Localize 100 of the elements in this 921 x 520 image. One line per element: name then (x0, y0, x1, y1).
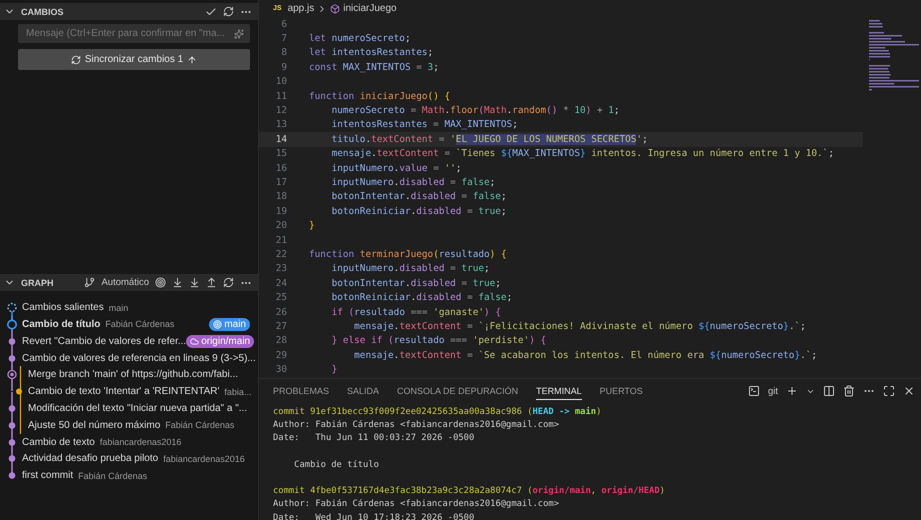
pull-icon[interactable] (189, 277, 200, 288)
line-number: 22 (274, 248, 287, 260)
cloud-icon (190, 336, 200, 346)
terminal-line: Cambio de título (293, 460, 380, 472)
code-line: botonIntentar.disabled = true; (330, 278, 501, 289)
line-number: 10 (274, 76, 287, 88)
breadcrumb-symbol[interactable]: iniciarJuego (343, 3, 397, 14)
commit-message[interactable]: Modificación del texto "Iniciar nueva partida" a "... (28, 402, 248, 414)
terminal-line: Date: Wed Jun 10 17:18:23 2026 -0500 (273, 512, 476, 520)
code-line: let intentosRestantes; (309, 47, 434, 58)
shell-label[interactable]: git (768, 386, 778, 396)
refresh-icon (70, 54, 81, 64)
line-number: 24 (274, 278, 287, 289)
plus-icon[interactable] (786, 385, 798, 397)
maximize-icon[interactable] (883, 385, 895, 397)
panel-tab[interactable]: PROBLEMAS (273, 382, 330, 400)
code-line: inputNumero.disabled = false; (330, 176, 496, 188)
line-number: 20 (274, 220, 287, 232)
line-number: 21 (274, 234, 287, 246)
code-line: function iniciarJuego() { (309, 90, 450, 102)
line-number: 7 (280, 33, 287, 44)
commit-author: Fabián Cárdenas (165, 420, 234, 430)
line-number: 29 (274, 350, 287, 361)
commit-message[interactable]: Cambio de texto 'Intentar' a 'REINTENTAR' (28, 386, 220, 398)
refresh-icon[interactable] (223, 277, 234, 288)
code-line: inputNumero.disabled = true; (330, 263, 490, 274)
commit-author: Fabián Cárdenas (78, 470, 148, 481)
panel-tab[interactable]: TERMINAL (536, 382, 582, 400)
code-line: let numeroSecreto; (309, 33, 411, 44)
code-line: inputNumero.value = ''; (330, 162, 462, 174)
code-line: botonReiniciar.disabled = true; (330, 206, 507, 217)
commit-message[interactable]: Ajuste 50 del número máximo (28, 420, 160, 431)
terminal-line: commit 4fbe0f537167d4e3fac38b23a9c3c28a2a8074c7 (origin/main, origin/HEAD) (273, 486, 666, 498)
code-line: } (330, 364, 338, 376)
panel-tab[interactable]: CONSOLA DE DEPURACIÓN (397, 382, 518, 400)
mode-button[interactable]: Automático (101, 277, 149, 288)
branch-ref-badge: origin/main (186, 334, 254, 348)
split-icon[interactable] (823, 385, 835, 397)
code-line: } (309, 220, 315, 232)
line-number: 16 (274, 162, 287, 174)
line-number: 23 (274, 263, 287, 274)
check-icon[interactable] (205, 6, 217, 18)
commit-message[interactable]: first commit (22, 470, 74, 482)
code-line: botonIntentar.disabled = false; (330, 191, 507, 202)
line-number: 19 (274, 206, 287, 217)
commit-author: Fabián Cárdenas (105, 319, 174, 330)
code-line: if (resultado === 'ganaste') { (330, 306, 501, 318)
code-line: botonReiniciar.disabled = false; (330, 292, 512, 304)
code-line: numeroSecreto = Math.floor(Math.random() * 10) + 1; (330, 105, 620, 116)
commit-message[interactable]: Merge branch 'main' of https://github.com/fabi... (28, 369, 238, 380)
close-icon[interactable] (903, 385, 915, 397)
line-number: 11 (274, 90, 287, 102)
terminal-icon[interactable] (748, 385, 760, 397)
line-number: 26 (274, 306, 287, 318)
line-number: 14 (274, 134, 287, 145)
commit-author: fabiancardenas2016 (100, 437, 182, 447)
terminal-line: commit 91ef31becc93f009f2ee02425635aa00a38ac986 (HEAD -> main) (273, 407, 602, 419)
panel-tab[interactable]: PUERTOS (600, 382, 643, 400)
sync-changes-button[interactable]: Sincronizar cambios 1 (18, 49, 250, 70)
commit-author: fabia... (224, 386, 252, 397)
line-number: 18 (274, 191, 287, 202)
branch-icon[interactable] (84, 277, 96, 288)
line-number: 8 (280, 47, 287, 58)
commit-author: main (108, 302, 128, 313)
terminal-line: Author: Fabián Cárdenas <fabiancardenas2016@gmail.com> (273, 420, 560, 432)
terminal-line: Date: Thu Jun 11 00:03:27 2026 -0500 (273, 433, 476, 446)
line-number: 30 (274, 364, 287, 376)
push-icon[interactable] (206, 277, 217, 288)
line-number: 27 (274, 320, 287, 332)
commit-message[interactable]: Actividad desafio prueba piloto (22, 453, 158, 464)
commit-message[interactable]: Revert "Cambio de valores de refer... (22, 336, 186, 347)
code-line: function terminarJuego(resultado) { (309, 248, 507, 260)
breadcrumb-file[interactable]: app.js (288, 3, 314, 14)
fetch-icon[interactable] (172, 277, 183, 288)
commit-message[interactable]: Cambio de título (22, 318, 100, 330)
commit-message[interactable]: Cambio de texto (22, 436, 95, 448)
commit-message[interactable]: Cambio de valores de referencia en lineas 9 (3->5)... (22, 352, 256, 364)
graph-section-header[interactable]: GRAPH Automático (0, 274, 258, 292)
line-number: 6 (280, 18, 287, 30)
line-number: 9 (280, 62, 287, 73)
target-icon (213, 320, 222, 329)
branch-ref-badge: main (209, 318, 250, 331)
target-icon[interactable] (155, 277, 166, 288)
code-line: intentosRestantes = MAX_INTENTOS; (330, 119, 518, 130)
trash-icon[interactable] (843, 385, 855, 397)
refresh-icon[interactable] (223, 6, 234, 17)
panel-tab[interactable]: SALIDA (347, 382, 380, 400)
line-number: 25 (274, 292, 287, 304)
code-line: mensaje.textContent = `¡Felicitaciones! Adivinaste el número ${numeroSecreto}.`; (353, 320, 806, 332)
code-line: const MAX_INTENTOS = 3; (309, 62, 439, 73)
terminal-line: Author: Fabián Cárdenas <fabiancardenas2016@gmail.com> (273, 499, 560, 512)
line-number: 13 (274, 119, 287, 130)
changes-section-header[interactable]: CAMBIOS (0, 3, 258, 20)
code-line: } else if (resultado === 'perdiste') { (330, 335, 546, 346)
minimap-drawing[interactable] (869, 17, 919, 91)
sparkles-icon[interactable] (234, 28, 244, 38)
commit-message-field[interactable]: Mensaje (Ctrl+Enter para confirmar en "ma... (18, 24, 250, 43)
section-title: CAMBIOS (21, 6, 64, 16)
commit-message[interactable]: Cambios salientes (22, 302, 104, 314)
section-title: GRAPH (21, 278, 55, 288)
